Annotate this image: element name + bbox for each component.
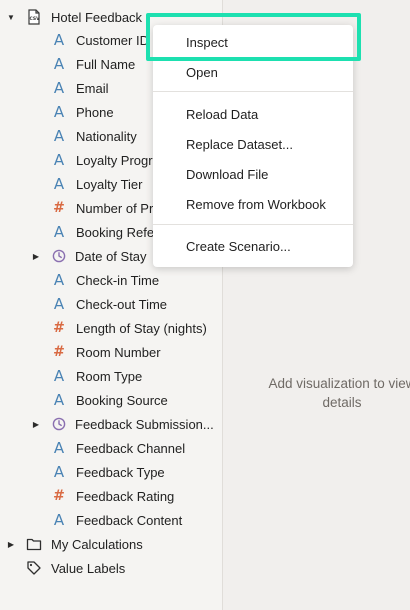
column-item[interactable]: A Phone bbox=[52, 100, 114, 124]
number-measure-icon: # bbox=[53, 488, 65, 504]
column-item[interactable]: A Check-in Time bbox=[52, 268, 159, 292]
value-labels-node[interactable]: Value Labels bbox=[0, 556, 220, 580]
menu-divider bbox=[153, 91, 353, 92]
column-label: Room Type bbox=[76, 368, 143, 384]
column-label: Feedback Submission... bbox=[75, 416, 214, 432]
column-label: Booking Source bbox=[76, 392, 168, 408]
text-attribute-icon: A bbox=[53, 31, 65, 49]
column-label: Full Name bbox=[76, 56, 136, 72]
column-item[interactable]: A Full Name bbox=[52, 52, 135, 76]
menu-item-reload-data[interactable]: Reload Data bbox=[153, 101, 353, 127]
column-label: Check-out Time bbox=[76, 296, 168, 312]
folder-icon bbox=[26, 536, 42, 552]
dataset-context-menu: Inspect Open Reload Data Replace Dataset… bbox=[153, 25, 353, 267]
column-item[interactable]: A Booking Refer bbox=[52, 220, 159, 244]
column-label: Nationality bbox=[76, 128, 137, 144]
empty-message-line-2: details bbox=[322, 395, 362, 410]
column-label: Booking Refer bbox=[76, 224, 159, 240]
text-attribute-icon: A bbox=[53, 223, 65, 241]
column-label: Customer ID bbox=[76, 32, 149, 48]
clock-icon bbox=[52, 417, 66, 431]
tag-icon bbox=[26, 560, 42, 576]
text-attribute-icon: A bbox=[53, 463, 65, 481]
text-attribute-icon: A bbox=[53, 127, 65, 145]
column-item[interactable]: A Feedback Type bbox=[52, 460, 165, 484]
text-attribute-icon: A bbox=[53, 511, 65, 529]
column-label: Feedback Rating bbox=[76, 488, 175, 504]
column-item[interactable]: A Nationality bbox=[52, 124, 137, 148]
menu-item-replace-dataset[interactable]: Replace Dataset... bbox=[153, 131, 353, 157]
column-item[interactable]: A Email bbox=[52, 76, 109, 100]
text-attribute-icon: A bbox=[53, 151, 65, 169]
column-label: Feedback Type bbox=[76, 464, 165, 480]
column-label: Check-in Time bbox=[76, 272, 160, 288]
text-attribute-icon: A bbox=[53, 271, 65, 289]
text-attribute-icon: A bbox=[53, 295, 65, 313]
number-measure-icon: # bbox=[53, 320, 65, 336]
clock-icon bbox=[52, 249, 66, 263]
column-item[interactable]: A Booking Source bbox=[52, 388, 168, 412]
caret-right-icon[interactable]: ▶ bbox=[31, 251, 41, 261]
column-item[interactable]: A Check-out Time bbox=[52, 292, 167, 316]
caret-right-icon[interactable]: ▶ bbox=[6, 539, 16, 549]
caret-down-icon[interactable]: ▼ bbox=[6, 12, 16, 22]
menu-item-download-file[interactable]: Download File bbox=[153, 161, 353, 187]
my-calculations-label: My Calculations bbox=[51, 536, 143, 552]
menu-item-create-scenario[interactable]: Create Scenario... bbox=[153, 233, 353, 259]
menu-item-remove-from-workbook[interactable]: Remove from Workbook bbox=[153, 191, 353, 217]
column-item[interactable]: # Number of Pre bbox=[52, 196, 161, 220]
column-label: Phone bbox=[76, 104, 114, 120]
my-calculations-node[interactable]: ▶ My Calculations bbox=[0, 532, 220, 556]
column-item[interactable]: A Customer ID bbox=[52, 28, 149, 52]
menu-item-open[interactable]: Open bbox=[153, 59, 353, 85]
text-attribute-icon: A bbox=[53, 175, 65, 193]
column-item[interactable]: A Loyalty Tier bbox=[52, 172, 143, 196]
column-label: Room Number bbox=[76, 344, 161, 360]
column-label: Date of Stay bbox=[75, 248, 147, 264]
column-label: Feedback Channel bbox=[76, 440, 186, 456]
svg-text:CSV: CSV bbox=[30, 16, 41, 22]
column-label: Loyalty Progra bbox=[76, 152, 160, 168]
empty-canvas-message: Add visualization to view details bbox=[257, 374, 410, 412]
column-label: Loyalty Tier bbox=[76, 176, 143, 192]
csv-file-icon: CSV bbox=[26, 9, 42, 25]
number-measure-icon: # bbox=[53, 344, 65, 360]
empty-message-line-1: Add visualization to view bbox=[268, 376, 410, 391]
column-item[interactable]: A Room Type bbox=[52, 364, 142, 388]
column-label: Number of Pre bbox=[76, 200, 161, 216]
text-attribute-icon: A bbox=[53, 439, 65, 457]
text-attribute-icon: A bbox=[53, 103, 65, 121]
column-item[interactable]: A Feedback Content bbox=[52, 508, 182, 532]
menu-item-inspect[interactable]: Inspect bbox=[153, 29, 353, 55]
column-label: Feedback Content bbox=[76, 512, 183, 528]
text-attribute-icon: A bbox=[53, 367, 65, 385]
column-item[interactable]: # Room Number bbox=[52, 340, 161, 364]
column-label: Length of Stay (nights) bbox=[76, 320, 207, 336]
column-item[interactable]: A Feedback Channel bbox=[52, 436, 185, 460]
text-attribute-icon: A bbox=[53, 391, 65, 409]
caret-right-icon[interactable]: ▶ bbox=[31, 419, 41, 429]
menu-divider bbox=[153, 224, 353, 225]
text-attribute-icon: A bbox=[53, 79, 65, 97]
column-label: Email bbox=[76, 80, 109, 96]
column-item[interactable]: # Feedback Rating bbox=[52, 484, 174, 508]
number-measure-icon: # bbox=[53, 200, 65, 216]
value-labels-label: Value Labels bbox=[51, 560, 126, 576]
column-item[interactable]: A Loyalty Progra bbox=[52, 148, 160, 172]
column-item[interactable]: # Length of Stay (nights) bbox=[52, 316, 207, 340]
text-attribute-icon: A bbox=[53, 55, 65, 73]
dataset-label: Hotel Feedback bbox=[51, 9, 143, 25]
